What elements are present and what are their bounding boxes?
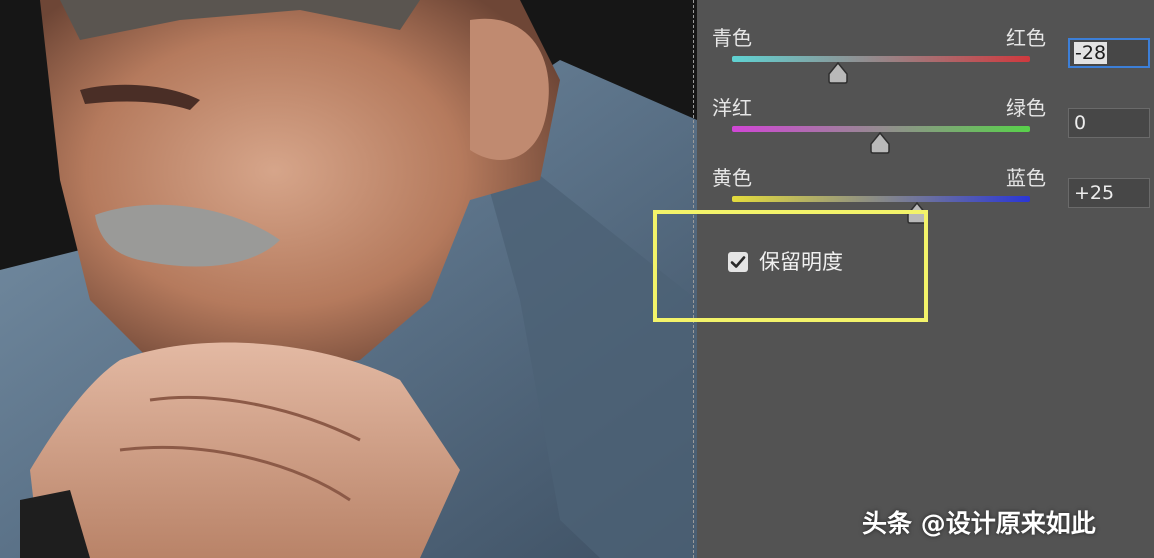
checkmark-icon: [730, 256, 746, 268]
portrait-photo: [0, 0, 697, 558]
slider-green-label: 绿色: [1006, 96, 1046, 120]
preserve-luminosity-label[interactable]: 保留明度: [759, 249, 843, 275]
slider-red-label: 红色: [1006, 26, 1046, 50]
cyan-red-slider-track[interactable]: [732, 56, 1030, 62]
slider-magenta-label: 洋红: [712, 96, 752, 120]
image-canvas: [0, 0, 697, 558]
slider-blue-label: 蓝色: [1006, 166, 1046, 190]
cyan-red-value-input[interactable]: -28: [1068, 38, 1150, 68]
yellow-blue-value-input[interactable]: +25: [1068, 178, 1150, 208]
magenta-green-value-input[interactable]: 0: [1068, 108, 1150, 138]
slider-cyan-label: 青色: [712, 26, 752, 50]
cyan-red-value-text: -28: [1074, 42, 1108, 64]
watermark: 头条 @设计原来如此: [862, 509, 1096, 538]
preserve-luminosity-checkbox[interactable]: [728, 252, 748, 272]
yellow-blue-slider-track[interactable]: [732, 196, 1030, 202]
slider-yellow-label: 黄色: [712, 166, 752, 190]
